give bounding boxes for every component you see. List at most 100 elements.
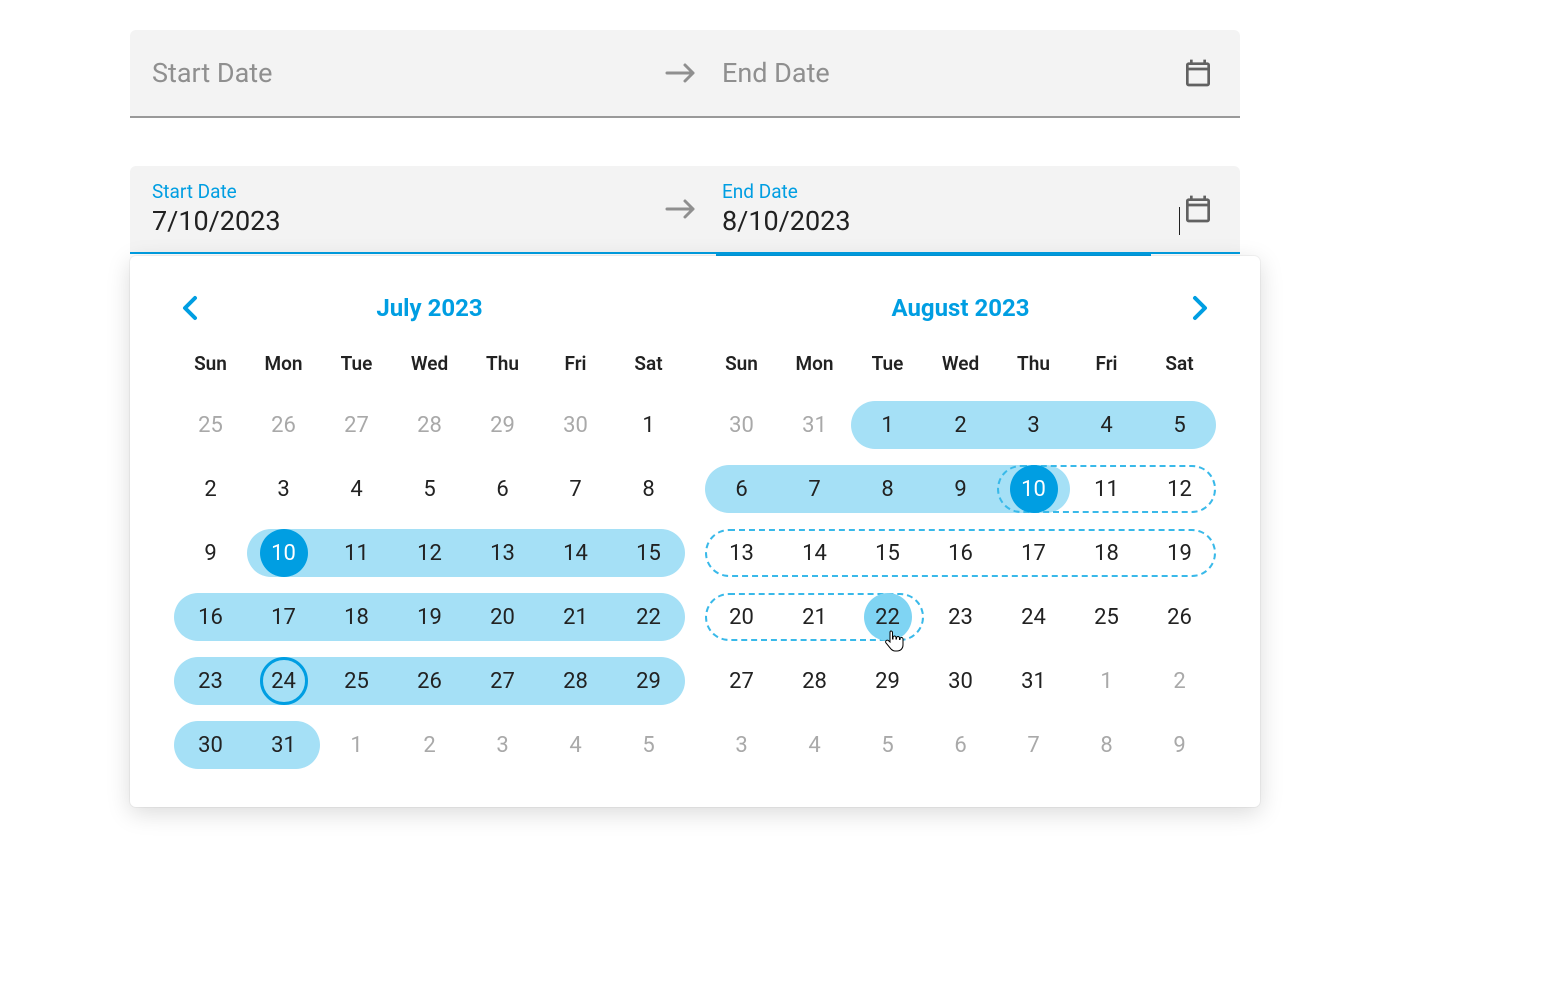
calendar-day[interactable]: 6 bbox=[466, 465, 539, 513]
calendar-day[interactable]: 29 bbox=[612, 657, 685, 705]
calendar-day[interactable]: 19 bbox=[1143, 529, 1216, 577]
month-title-right[interactable]: August 2023 bbox=[891, 294, 1029, 322]
weekday-label: Tue bbox=[851, 352, 924, 393]
month-panel-right: August 2023 SunMonTueWedThuFriSat 303112… bbox=[705, 286, 1216, 777]
calendar-icon[interactable] bbox=[1178, 189, 1218, 229]
weekday-header: SunMonTueWedThuFriSat bbox=[174, 352, 685, 393]
calendar-day: 30 bbox=[539, 401, 612, 449]
calendar-day[interactable]: 16 bbox=[174, 593, 247, 641]
calendar-day[interactable]: 8 bbox=[612, 465, 685, 513]
calendar-day[interactable]: 13 bbox=[466, 529, 539, 577]
month-title-left[interactable]: July 2023 bbox=[376, 294, 482, 322]
calendar-day[interactable]: 14 bbox=[539, 529, 612, 577]
weekday-label: Wed bbox=[924, 352, 997, 393]
calendar-day[interactable]: 12 bbox=[1143, 465, 1216, 513]
calendar-day[interactable]: 29 bbox=[851, 657, 924, 705]
calendar-day[interactable]: 25 bbox=[320, 657, 393, 705]
weekday-header: SunMonTueWedThuFriSat bbox=[705, 352, 1216, 393]
calendar-day[interactable]: 8 bbox=[851, 465, 924, 513]
weekday-label: Thu bbox=[466, 352, 539, 393]
calendar-week: 303112345 bbox=[174, 713, 685, 777]
start-date-placeholder: Start Date bbox=[152, 57, 272, 89]
calendar-day: 3 bbox=[466, 721, 539, 769]
calendar-day[interactable]: 11 bbox=[1070, 465, 1143, 513]
weekday-label: Sun bbox=[174, 352, 247, 393]
calendar-week: 9101112131415 bbox=[174, 521, 685, 585]
calendar-day[interactable]: 2 bbox=[174, 465, 247, 513]
date-range-field-empty[interactable]: Start Date End Date bbox=[130, 30, 1240, 118]
calendar-day: 5 bbox=[612, 721, 685, 769]
month-panel-left: July 2023 SunMonTueWedThuFriSat 25262728… bbox=[174, 286, 685, 777]
calendar-day: 8 bbox=[1070, 721, 1143, 769]
calendar-day: 6 bbox=[924, 721, 997, 769]
calendar-day[interactable]: 23 bbox=[174, 657, 247, 705]
calendar-day[interactable]: 15 bbox=[851, 529, 924, 577]
calendar-day[interactable]: 11 bbox=[320, 529, 393, 577]
arrow-right-icon bbox=[652, 197, 712, 221]
end-date-value[interactable]: 8/10/2023 bbox=[722, 205, 1178, 237]
calendar-day[interactable]: 27 bbox=[705, 657, 778, 705]
calendar-day[interactable]: 12 bbox=[393, 529, 466, 577]
calendar-icon[interactable] bbox=[1178, 53, 1218, 93]
weekday-label: Mon bbox=[778, 352, 851, 393]
calendar-day[interactable]: 15 bbox=[612, 529, 685, 577]
calendar-day[interactable]: 3 bbox=[247, 465, 320, 513]
calendar-day[interactable]: 9 bbox=[174, 529, 247, 577]
weekday-label: Sat bbox=[612, 352, 685, 393]
calendar-day[interactable]: 16 bbox=[924, 529, 997, 577]
calendar-day[interactable]: 19 bbox=[393, 593, 466, 641]
calendar-day: 2 bbox=[393, 721, 466, 769]
calendar-day: 31 bbox=[778, 401, 851, 449]
calendar-day: 30 bbox=[705, 401, 778, 449]
calendar-day[interactable]: 28 bbox=[539, 657, 612, 705]
calendar-day: 7 bbox=[997, 721, 1070, 769]
calendar-day[interactable]: 10 bbox=[247, 529, 320, 577]
calendar-day[interactable]: 18 bbox=[320, 593, 393, 641]
calendar-day[interactable]: 13 bbox=[705, 529, 778, 577]
start-date-value[interactable]: 7/10/2023 bbox=[152, 205, 652, 237]
calendar-day[interactable]: 23 bbox=[924, 593, 997, 641]
calendar-day[interactable]: 3 bbox=[997, 401, 1070, 449]
calendar-day[interactable]: 22 bbox=[851, 593, 924, 641]
calendar-day[interactable]: 27 bbox=[466, 657, 539, 705]
calendar-day[interactable]: 4 bbox=[1070, 401, 1143, 449]
calendar-day[interactable]: 26 bbox=[393, 657, 466, 705]
weekday-label: Thu bbox=[997, 352, 1070, 393]
calendar-day[interactable]: 6 bbox=[705, 465, 778, 513]
calendar-day[interactable]: 26 bbox=[1143, 593, 1216, 641]
calendar-day[interactable]: 28 bbox=[778, 657, 851, 705]
calendar-day[interactable]: 25 bbox=[1070, 593, 1143, 641]
calendar-day[interactable]: 2 bbox=[924, 401, 997, 449]
calendar-day[interactable]: 14 bbox=[778, 529, 851, 577]
calendar-day[interactable]: 30 bbox=[924, 657, 997, 705]
calendar-day[interactable]: 21 bbox=[778, 593, 851, 641]
calendar-day[interactable]: 31 bbox=[247, 721, 320, 769]
calendar-day: 4 bbox=[778, 721, 851, 769]
calendar-day[interactable]: 31 bbox=[997, 657, 1070, 705]
calendar-day[interactable]: 18 bbox=[1070, 529, 1143, 577]
calendar-day[interactable]: 7 bbox=[778, 465, 851, 513]
calendar-day[interactable]: 5 bbox=[1143, 401, 1216, 449]
calendar-day[interactable]: 30 bbox=[174, 721, 247, 769]
calendar-day[interactable]: 17 bbox=[997, 529, 1070, 577]
date-range-field-filled[interactable]: Start Date 7/10/2023 End Date 8/10/2023 bbox=[130, 166, 1240, 254]
calendar-day[interactable]: 5 bbox=[393, 465, 466, 513]
prev-month-button[interactable] bbox=[174, 292, 206, 324]
calendar-day[interactable]: 1 bbox=[851, 401, 924, 449]
calendar-day[interactable]: 20 bbox=[466, 593, 539, 641]
calendar-day[interactable]: 4 bbox=[320, 465, 393, 513]
calendar-day[interactable]: 7 bbox=[539, 465, 612, 513]
next-month-button[interactable] bbox=[1184, 292, 1216, 324]
calendar-day[interactable]: 24 bbox=[997, 593, 1070, 641]
calendar-day[interactable]: 24 bbox=[247, 657, 320, 705]
calendar-day[interactable]: 1 bbox=[612, 401, 685, 449]
calendar-day[interactable]: 21 bbox=[539, 593, 612, 641]
calendar-day[interactable]: 17 bbox=[247, 593, 320, 641]
calendar-day[interactable]: 22 bbox=[612, 593, 685, 641]
calendar-week: 23242526272829 bbox=[174, 649, 685, 713]
calendar-day: 5 bbox=[851, 721, 924, 769]
calendar-day[interactable]: 9 bbox=[924, 465, 997, 513]
calendar-day[interactable]: 20 bbox=[705, 593, 778, 641]
end-date-label: End Date bbox=[722, 182, 1178, 201]
calendar-day[interactable]: 10 bbox=[997, 465, 1070, 513]
